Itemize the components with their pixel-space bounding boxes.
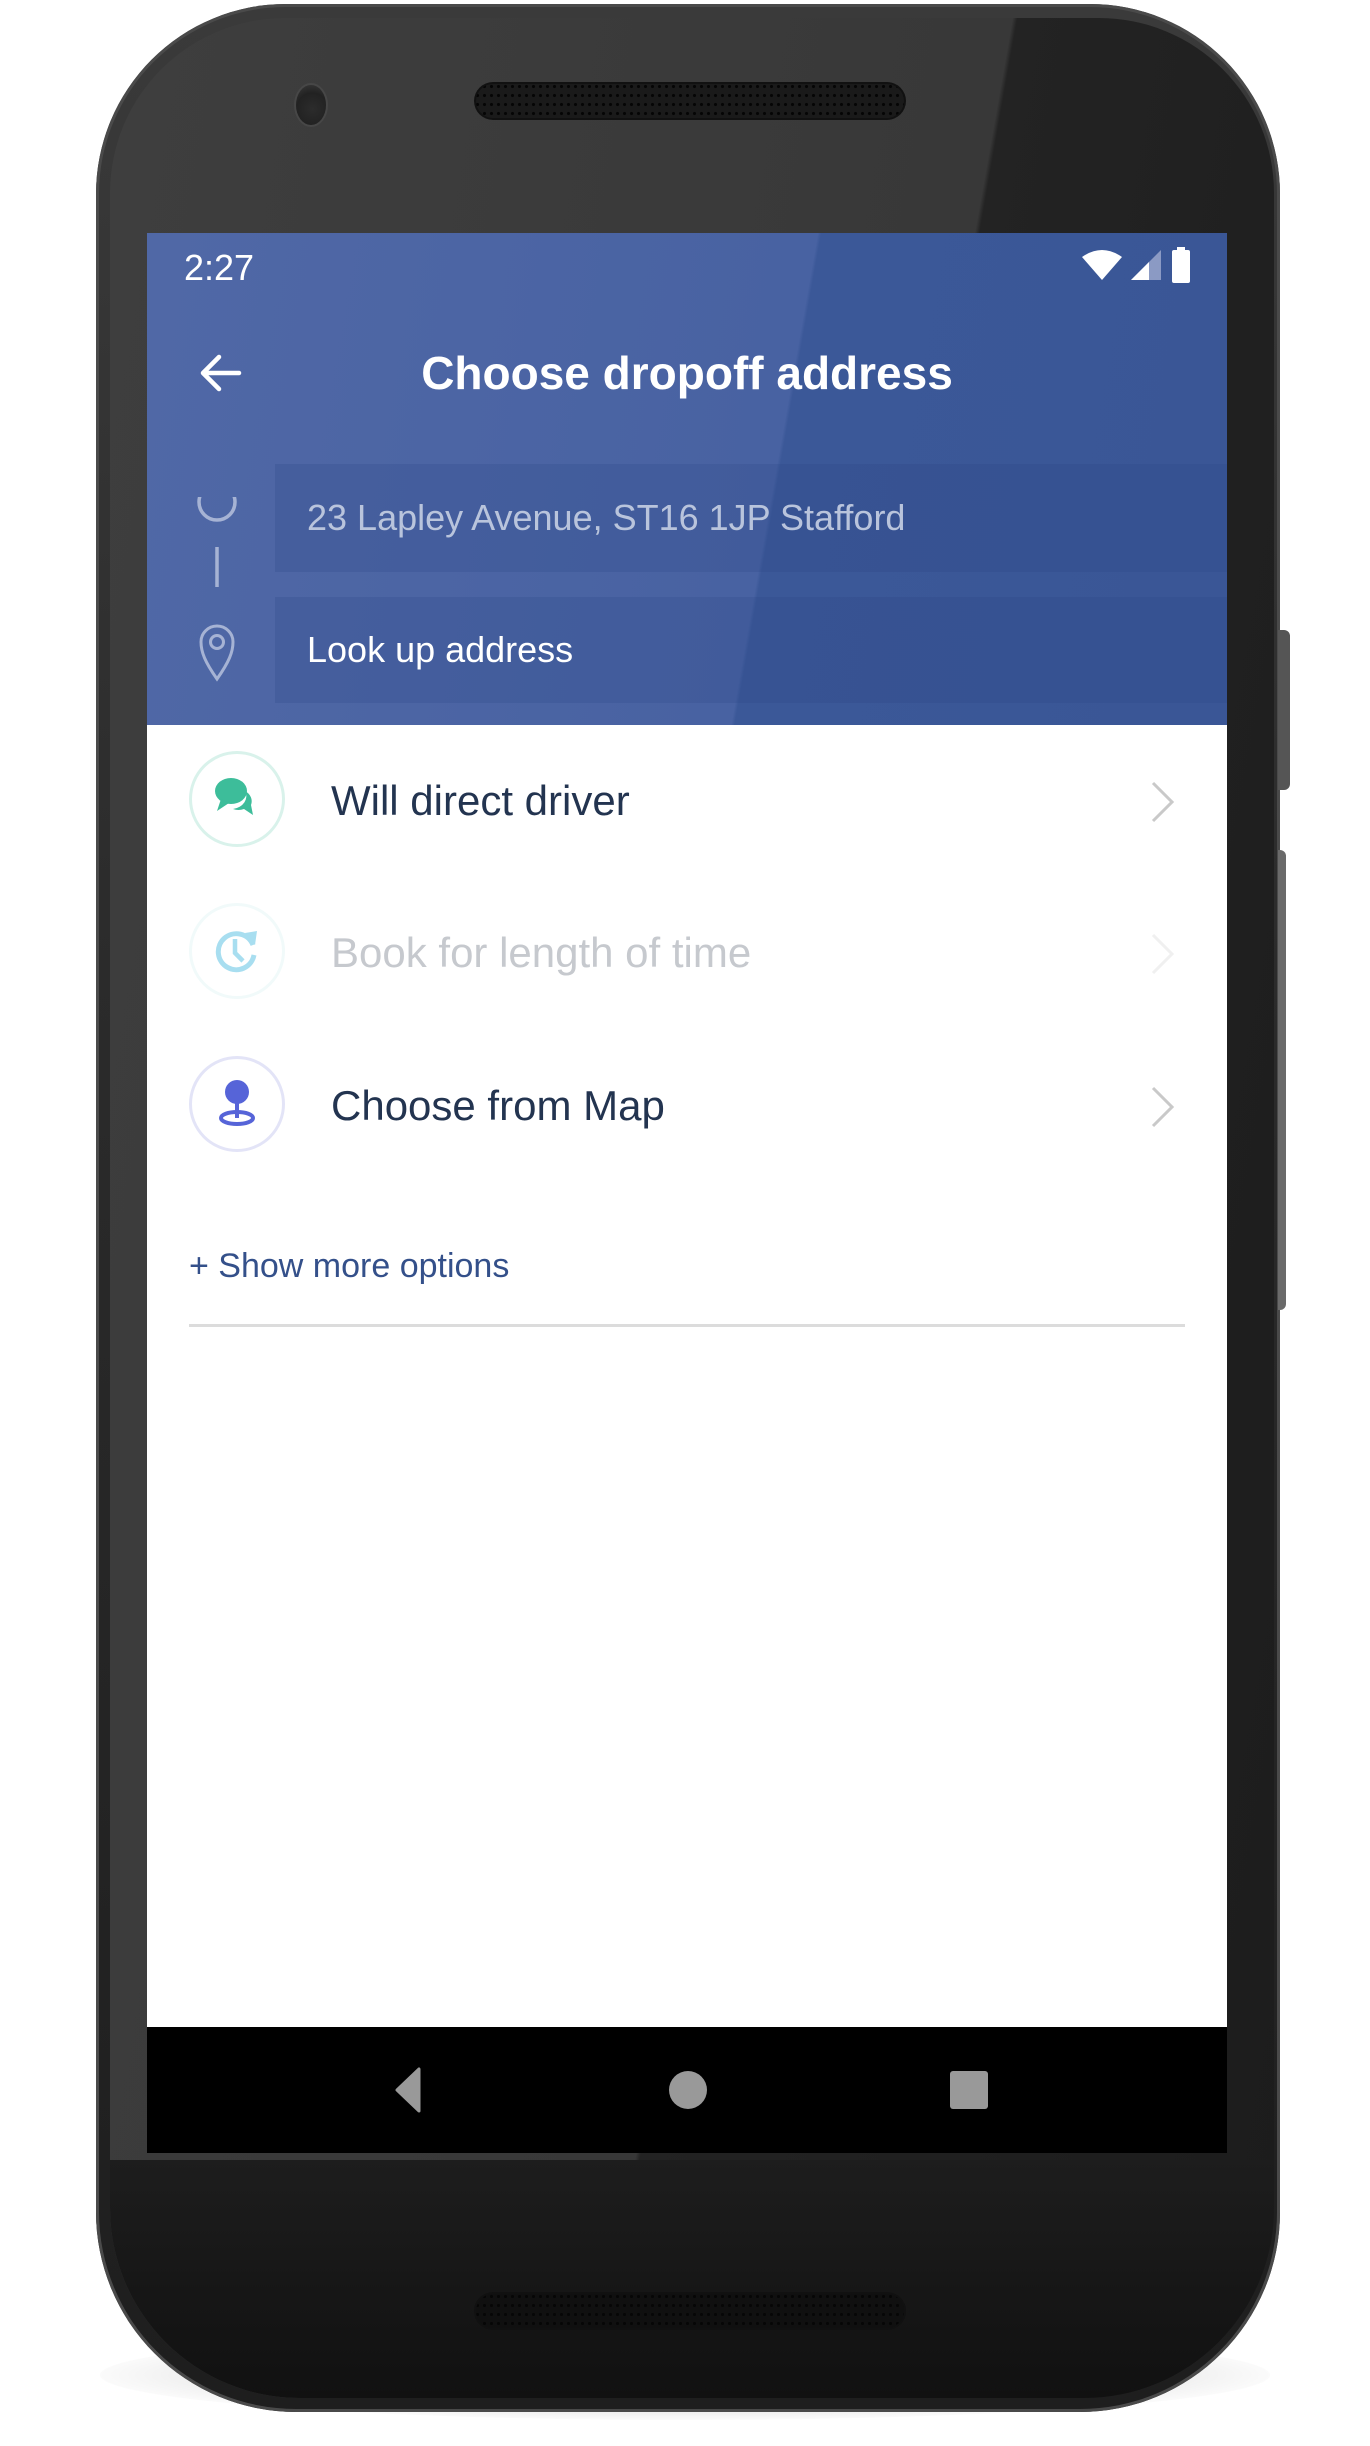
map-marker-pin-icon	[219, 1080, 255, 1126]
nav-recents-button[interactable]	[944, 2065, 994, 2115]
nav-home-icon	[669, 2071, 707, 2109]
wifi-icon	[1082, 250, 1122, 280]
front-camera	[296, 85, 326, 125]
option-label: Will direct driver	[331, 777, 630, 824]
dropoff-address-placeholder: Look up address	[307, 629, 574, 670]
option-label: Choose from Map	[331, 1082, 665, 1129]
map-pin-icon	[199, 624, 235, 682]
battery-icon	[1172, 247, 1190, 283]
phone-bezel-bottom	[110, 2160, 1274, 2398]
option-choose-from-map[interactable]: Choose from Map	[147, 1030, 1227, 1182]
route-indicator	[187, 482, 247, 717]
status-time: 2:27	[184, 247, 255, 288]
system-nav-bar	[147, 2027, 1227, 2153]
divider	[189, 1324, 1185, 1327]
chat-bubbles-icon	[215, 778, 253, 815]
status-icons	[1081, 247, 1191, 283]
nav-back-icon	[395, 2067, 421, 2113]
bottom-speaker	[474, 2292, 906, 2330]
option-icon-circle	[189, 751, 285, 847]
nav-back-button[interactable]	[383, 2065, 433, 2115]
cell-signal-icon	[1131, 250, 1161, 280]
option-will-direct-driver[interactable]: Will direct driver	[147, 725, 1227, 877]
option-label: Book for length of time	[331, 929, 752, 976]
option-icon-circle	[189, 903, 285, 999]
nav-recents-icon	[950, 2071, 988, 2109]
earpiece-speaker	[474, 82, 906, 120]
chevron-right-icon	[1151, 933, 1175, 975]
pickup-address-field[interactable]: 23 Lapley Avenue, ST16 1JP Stafford	[275, 464, 1227, 572]
show-more-options-link[interactable]: + Show more options	[189, 1236, 509, 1296]
option-book-for-length-of-time[interactable]: Book for length of time	[147, 877, 1227, 1029]
chevron-right-icon	[1151, 781, 1175, 823]
nav-home-button[interactable]	[663, 2065, 713, 2115]
header: 2:27 Choose dropoff address 23 Lapley Av…	[147, 233, 1227, 725]
power-button[interactable]	[1278, 630, 1290, 790]
page-title: Choose dropoff address	[421, 347, 953, 399]
dropoff-address-input[interactable]: Look up address	[275, 597, 1227, 703]
clock-refresh-icon	[215, 931, 257, 973]
phone-screen: 2:27 Choose dropoff address 23 Lapley Av…	[147, 233, 1227, 2153]
volume-button[interactable]	[1278, 850, 1286, 1310]
chevron-right-icon	[1151, 1086, 1175, 1128]
circle-outline-icon	[197, 482, 237, 522]
option-icon-circle	[189, 1056, 285, 1152]
pickup-address-value: 23 Lapley Avenue, ST16 1JP Stafford	[307, 497, 906, 538]
